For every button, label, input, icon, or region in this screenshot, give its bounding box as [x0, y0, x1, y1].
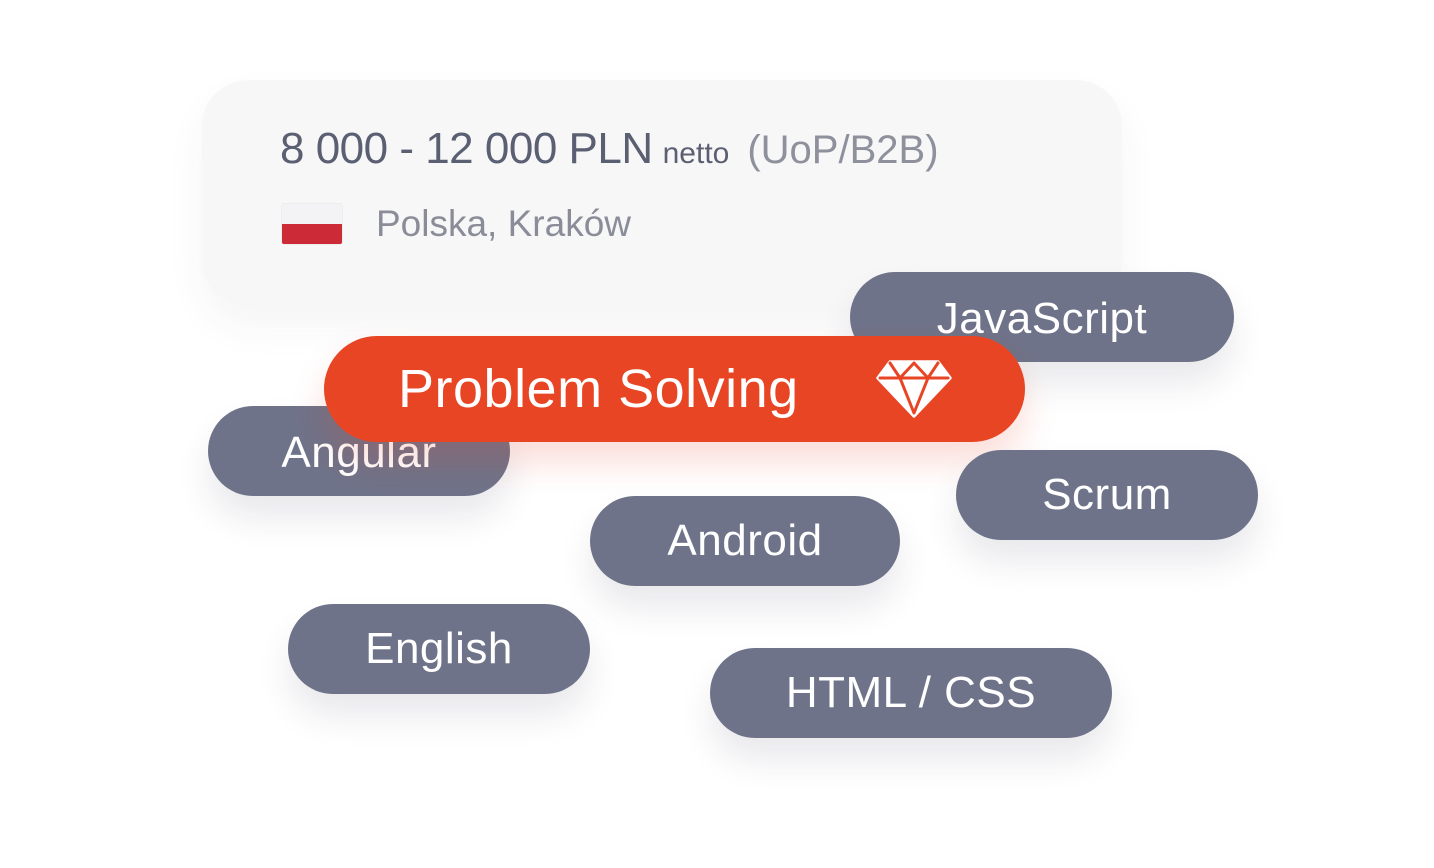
skill-tag-label: Scrum [1042, 470, 1172, 519]
skill-tag-label: HTML / CSS [785, 668, 1037, 717]
salary-range: 8 000 - 12 000 PLN [280, 124, 653, 173]
skill-tag-label: Android [667, 516, 823, 565]
skill-tag-label: English [365, 624, 513, 673]
skill-tag-english[interactable]: English [288, 604, 590, 694]
location-text: Polska, Kraków [376, 203, 631, 244]
skill-tag-html-css[interactable]: HTML / CSS [710, 648, 1112, 738]
salary-netto-label: netto [662, 137, 730, 170]
skill-tag-android[interactable]: Android [590, 496, 900, 586]
skill-tag-scrum[interactable]: Scrum [956, 450, 1258, 540]
salary-line: 8 000 - 12 000 PLN netto (UoP/B2B) [280, 124, 939, 174]
poland-flag-icon [282, 204, 342, 244]
location-line: Polska, Kraków [282, 202, 631, 246]
diamond-icon [876, 360, 952, 418]
contract-type: (UoP/B2B) [747, 128, 939, 172]
skills-illustration: 8 000 - 12 000 PLN netto (UoP/B2B) Polska,… [0, 0, 1434, 868]
featured-skill-tag[interactable]: Problem Solving [324, 336, 1025, 442]
featured-skill-label: Problem Solving [398, 359, 799, 419]
